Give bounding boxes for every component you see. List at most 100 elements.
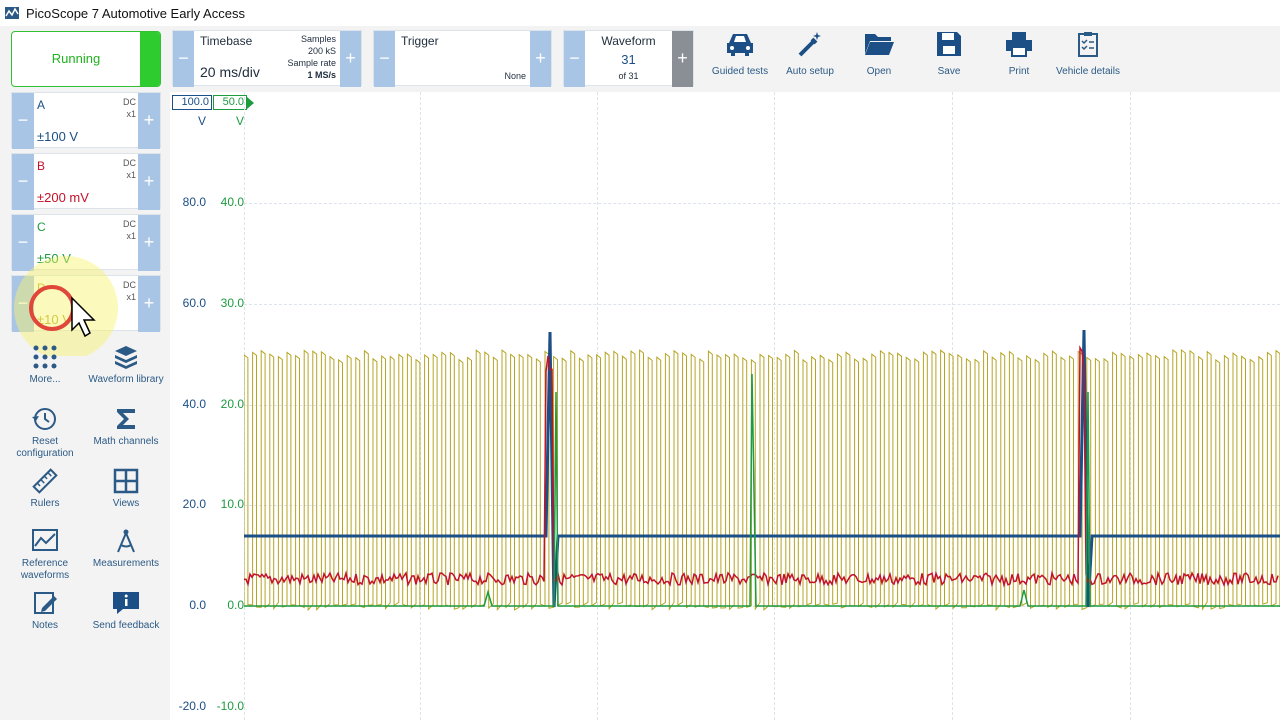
history-clock-icon [32,408,56,430]
save-button[interactable]: Save [916,30,982,77]
channel-c-increase-button[interactable]: + [138,215,160,271]
trigger-control[interactable]: − Trigger None + [373,30,552,87]
axis-a-tick: -20.0 [178,699,206,713]
clipboard-checklist-icon [1078,32,1098,57]
title-bar: PicoScope 7 Automotive Early Access [0,0,1280,26]
vehicle-details-label: Vehicle details [1056,66,1120,77]
channel-c-scale-marker[interactable]: 50.0 [213,95,247,110]
grid-dots-icon [33,345,57,369]
axis-c-tick: -10.0 [216,699,244,713]
vehicle-details-button[interactable]: Vehicle details [1055,30,1121,77]
channel-b-name: B [37,159,46,173]
print-button[interactable]: Print [986,30,1052,77]
channel-a-increase-button[interactable]: + [138,93,160,149]
save-label: Save [937,66,961,77]
reference-chart-icon [32,529,58,551]
auto-setup-button[interactable]: Auto setup [777,30,843,77]
open-button[interactable]: Open [846,30,912,77]
waveform-next-button[interactable]: + [672,31,693,87]
guided-tests-label: Guided tests [711,66,769,77]
math-channels-button[interactable]: Math channels [86,406,166,448]
notes-button[interactable]: Notes [5,590,85,632]
channel-a-range: ±100 V [37,129,79,144]
trigger-increase-button[interactable]: + [530,31,551,87]
trigger-mode: None [504,71,526,81]
channel-a-decrease-button[interactable]: − [12,93,34,149]
waveform-total: of 31 [618,71,639,81]
timebase-label: Timebase [200,34,253,48]
channel-c-coupling: DC x1 [123,218,136,242]
channel-b-range: ±200 mV [37,190,89,205]
timebase-increase-button[interactable]: + [340,31,361,87]
views-label: Views [112,498,140,509]
rulers-button[interactable]: Rulers [5,468,85,510]
waveform-label: Waveform [601,34,656,48]
measurements-label: Measurements [92,558,160,569]
waveform-current: 31 [621,52,636,67]
sample-rate-value: 1 MS/s [307,70,336,80]
picoscope-logo-icon [5,7,19,19]
cursor-highlight-overlay [14,256,118,356]
feedback-info-icon [113,592,139,614]
ruler-icon [32,468,58,494]
timebase-control[interactable]: − Timebase 20 ms/div Samples 200 kS Samp… [172,30,362,87]
printer-icon [1006,32,1032,57]
channel-c-name: C [37,220,46,234]
reset-configuration-label: Reset configuration [16,436,74,459]
channel-b-card[interactable]: − B DC x1 ±200 mV + [11,153,161,210]
axis-c-tick: 20.0 [220,397,244,411]
scope-plot-area[interactable]: 100.0 50.0 V V 80.0 60.0 40.0 20.0 0.0 -… [170,92,1280,720]
compass-icon [117,529,135,553]
channel-b-decrease-button[interactable]: − [12,154,34,210]
axis-a-unit: V [197,114,206,128]
timebase-decrease-button[interactable]: − [173,31,194,87]
axis-c-tick: 40.0 [220,195,244,209]
notes-label: Notes [31,620,59,631]
measurements-button[interactable]: Measurements [86,528,166,570]
rulers-label: Rulers [30,498,60,509]
channel-d-increase-button[interactable]: + [138,276,160,332]
send-feedback-button[interactable]: Send feedback [86,590,166,632]
channel-a-coupling: DC x1 [123,96,136,120]
channel-a-scale-marker[interactable]: 100.0 [172,95,212,110]
sample-rate-label: Sample rate [287,58,336,68]
coupling-label: DC [123,219,136,229]
axis-c-tick: 0.0 [227,598,244,612]
left-panel: Running − A DC x1 ±100 V + − B DC x1 ±200 … [0,26,170,720]
more-button[interactable]: More... [5,344,85,386]
guided-tests-button[interactable]: Guided tests [707,30,773,77]
trigger-decrease-button[interactable]: − [374,31,395,87]
run-indicator [140,32,160,86]
waveform-previous-button[interactable]: − [564,31,585,87]
views-button[interactable]: Views [86,468,166,510]
send-feedback-label: Send feedback [92,620,160,631]
channel-a-card[interactable]: − A DC x1 ±100 V + [11,92,161,149]
channel-a-name: A [37,98,46,112]
axis-c-unit: V [235,114,244,128]
open-label: Open [866,66,892,77]
print-label: Print [1008,66,1030,77]
reference-waveforms-button[interactable]: Reference waveforms [5,528,85,582]
coupling-label: DC [123,97,136,107]
math-channels-label: Math channels [93,436,159,447]
stack-layers-icon [115,346,137,369]
reset-configuration-button[interactable]: Reset configuration [5,406,85,460]
waveform-traces [244,329,1280,612]
waveform-library-button[interactable]: Waveform library [86,344,166,386]
sigma-icon [117,409,135,429]
channel-b-coupling: DC x1 [123,157,136,181]
run-status-label: Running [51,51,101,66]
probe-label: x1 [126,109,136,119]
axis-a-tick: 60.0 [182,296,206,310]
probe-label: x1 [126,231,136,241]
channel-b-increase-button[interactable]: + [138,154,160,210]
timebase-value: 20 ms/div [200,64,260,80]
more-label: More... [29,374,61,385]
waveform-control[interactable]: − Waveform 31 of 31 + [563,30,694,87]
auto-setup-label: Auto setup [786,66,834,77]
axis-c-tick: 10.0 [220,497,244,511]
run-stop-button[interactable]: Running [11,31,161,87]
trace-d-line [244,348,1280,612]
axis-a-tick: 0.0 [189,598,206,612]
folder-open-icon [865,34,894,55]
